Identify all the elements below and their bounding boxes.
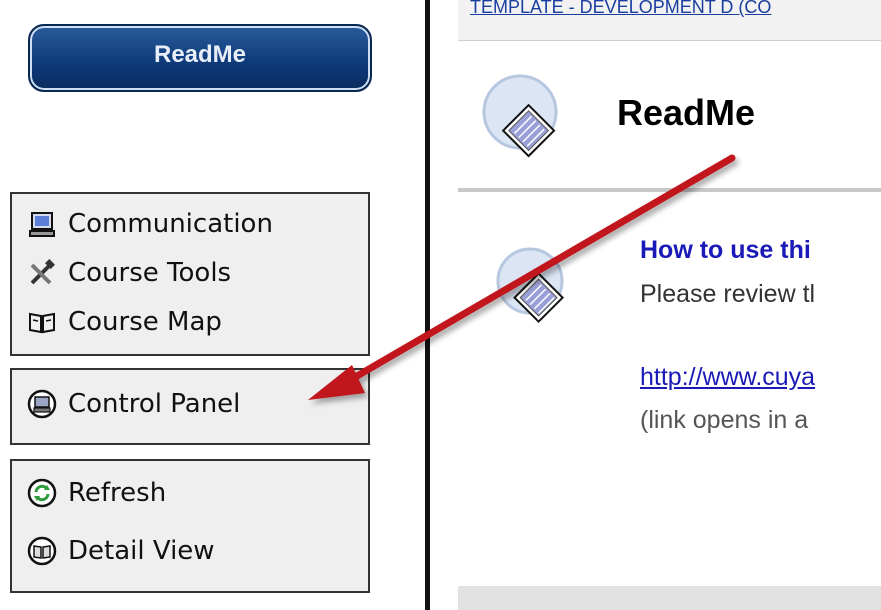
- item-description: Please review tl: [640, 280, 816, 308]
- breadcrumb: TEMPLATE - DEVELOPMENT D (CO: [458, 0, 881, 41]
- book-map-icon: [26, 306, 58, 338]
- section-divider: [458, 188, 881, 192]
- page-title: ReadMe: [617, 92, 756, 133]
- item-link[interactable]: http://www.cuya: [640, 363, 815, 392]
- control-panel-icon: [26, 388, 58, 420]
- readme-button[interactable]: ReadMe: [28, 24, 372, 92]
- readme-page-icon: [482, 74, 558, 158]
- menu-item-label: Communication: [68, 209, 273, 239]
- detail-view-icon: [26, 535, 58, 567]
- control-panel-box: Control Panel: [10, 368, 370, 445]
- next-item-header: [458, 586, 881, 610]
- item-title: How to use thi: [640, 236, 811, 264]
- menu-item-label: Course Map: [68, 307, 222, 337]
- course-menu-panel: Communication Course Tools Course Map: [10, 192, 370, 356]
- course-menu-sidebar: ReadMe Communication Course Tools Course…: [0, 0, 425, 610]
- refresh-icon: [26, 477, 58, 509]
- breadcrumb-link[interactable]: TEMPLATE - DEVELOPMENT D (CO: [470, 0, 771, 18]
- item-link-note: (link opens in a: [640, 406, 809, 434]
- menu-item-label: Refresh: [68, 478, 167, 508]
- menu-item-detail-view[interactable]: Detail View: [26, 535, 215, 567]
- menu-item-control-panel[interactable]: Control Panel: [26, 388, 240, 420]
- document-item-icon: [496, 247, 565, 324]
- menu-item-label: Detail View: [68, 536, 215, 566]
- computer-icon: [26, 208, 58, 240]
- menu-item-refresh[interactable]: Refresh: [26, 477, 166, 509]
- menu-item-course-tools[interactable]: Course Tools: [26, 257, 231, 289]
- content-frame: TEMPLATE - DEVELOPMENT D (CO ReadMe How …: [430, 0, 881, 610]
- view-options-panel: Refresh Detail View: [10, 459, 370, 593]
- menu-item-label: Control Panel: [68, 389, 241, 419]
- tools-icon: [26, 257, 58, 289]
- menu-item-communication[interactable]: Communication: [26, 208, 273, 240]
- menu-item-label: Course Tools: [68, 258, 232, 288]
- menu-item-course-map[interactable]: Course Map: [26, 306, 222, 338]
